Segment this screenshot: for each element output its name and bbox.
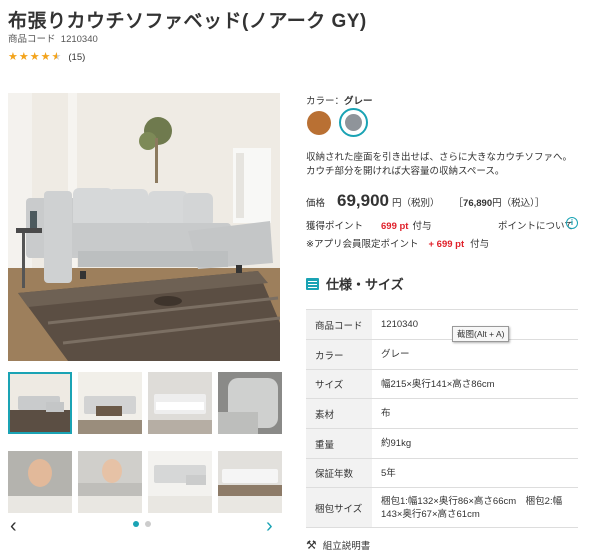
spec-title: 仕様・サイズ (326, 277, 404, 292)
assembly-manual-label: 組立説明書 (322, 541, 371, 552)
color-swatch-gray[interactable] (339, 108, 368, 137)
carousel-dot-2[interactable] (145, 521, 151, 527)
app-points-row: ※アプリ会員限定ポイント + 699 pt 付与 (306, 236, 489, 250)
spec-row: 素材布 (306, 398, 578, 429)
product-title: 布張りカウチソファベッド(ノアーク GY) (8, 11, 367, 32)
price-unit: 円（税別） (392, 198, 440, 209)
spec-key: 梱包サイズ (306, 487, 372, 528)
spec-row: サイズ 幅215×奥行141×高さ86cm (306, 369, 578, 399)
main-product-image[interactable] (8, 93, 280, 361)
price-amount: 69,900 (337, 191, 390, 210)
spec-value: グレー (372, 339, 578, 370)
spec-value: 布 (372, 398, 578, 429)
star-icon: ★ (29, 51, 40, 63)
app-points-suffix: 付与 (470, 239, 490, 250)
spec-key: カラー (306, 339, 372, 370)
screenshot-tooltip: 截图(Alt + A) (452, 326, 510, 342)
thumbnail-1[interactable] (8, 372, 72, 434)
points-value: 699 pt (381, 221, 409, 232)
thumbnail-2[interactable] (78, 372, 142, 434)
thumb-closeup-image (218, 372, 282, 434)
price-row: 価格 69,900 円（税別） ［76,890円（税込）］ (306, 191, 544, 211)
spec-value: 5年 (372, 458, 578, 488)
rating[interactable]: ★ ★ ★ ★ ★ (15) (8, 51, 85, 63)
app-points-value: + 699 pt (428, 239, 465, 250)
thumb-cushion-image (78, 451, 142, 496)
thumbnail-5[interactable] (8, 451, 72, 513)
color-swatch-brown[interactable] (307, 111, 331, 135)
carousel-dot-1[interactable] (133, 521, 139, 527)
selected-color: グレー (344, 96, 373, 107)
spec-value: 梱包1:幅132×奥行86×高さ66cm 梱包2:幅143×奥行67×高さ61c… (372, 487, 578, 528)
thumb-sofa-room-image (10, 374, 70, 432)
star-icon: ★ (40, 51, 51, 63)
spec-row: 保証年数 5年 (306, 458, 578, 488)
price-taxinc-unit: 円（税込） (492, 198, 535, 209)
color-swatch-gray-fill (345, 114, 362, 131)
price-taxinc-amount: 76,890 (463, 198, 493, 209)
app-points-label: ※アプリ会員限定ポイント (306, 239, 419, 250)
spec-heading: 仕様・サイズ (306, 274, 404, 293)
ruler-icon (306, 277, 319, 290)
points-info-link[interactable]: ポイントについて (498, 218, 574, 232)
thumbnail-4[interactable] (218, 372, 282, 434)
review-count[interactable]: (15) (68, 52, 85, 63)
thumbnail-8[interactable] (218, 451, 282, 513)
thumbnail-6[interactable] (78, 451, 142, 513)
tools-icon: ⚒ (306, 538, 317, 552)
spec-row: 重量 約91kg (306, 428, 578, 459)
spec-value: 約91kg (372, 428, 578, 459)
thumbnail-3[interactable] (148, 372, 212, 434)
spec-row: 商品コード 1210340 (306, 309, 578, 340)
thumbnail-7[interactable] (148, 451, 212, 513)
star-icon: ★ (8, 51, 18, 63)
spec-key: 保証年数 (306, 458, 372, 488)
product-code-label: 商品コード (8, 34, 56, 45)
sofa-room-image (8, 93, 280, 361)
spec-key: 商品コード (306, 309, 372, 340)
spec-row: 梱包サイズ 梱包1:幅132×奥行86×高さ66cm 梱包2:幅143×奥行67×… (306, 487, 578, 528)
carousel-prev-button[interactable]: ‹ (10, 515, 17, 538)
points-label: 獲得ポイント (306, 221, 364, 232)
price-tax-included: ［76,890円（税込）］ (454, 195, 545, 209)
color-label-text: カラー： (306, 96, 345, 107)
price-label: 価格 (306, 198, 326, 209)
color-label: カラー：グレー (306, 93, 373, 107)
thumb-sofa-front-image (148, 451, 212, 496)
thumb-fabric-hand-image (8, 451, 72, 496)
star-icon: ★ (18, 51, 29, 63)
spec-table: 商品コード 1210340 カラー グレー サイズ 幅215×奥行141×高さ86cm… (306, 309, 578, 528)
product-code-value: 1210340 (60, 34, 98, 45)
bracket-open: ［ (453, 198, 464, 209)
thumb-storage-image (78, 372, 142, 434)
points-suffix: 付与 (412, 221, 432, 232)
spec-key: 素材 (306, 398, 372, 429)
info-icon[interactable]: i (566, 217, 578, 229)
carousel-next-button[interactable]: › (266, 515, 273, 538)
product-code: 商品コード 1210340 (8, 31, 98, 45)
spec-key: サイズ (306, 369, 372, 399)
points-row: 獲得ポイント 699 pt 付与 (306, 218, 432, 232)
bracket-close: ］ (534, 198, 545, 209)
spec-key: 重量 (306, 428, 372, 459)
assembly-manual-link[interactable]: ⚒ 組立説明書 (306, 538, 370, 552)
spec-value: 幅215×奥行141×高さ86cm (372, 369, 578, 399)
carousel-dots (133, 521, 151, 527)
product-description: 収納された座面を引き出せば、さらに大きなカウチソファへ。カウチ部分を開ければ大容… (306, 152, 573, 177)
spec-row: カラー グレー (306, 339, 578, 370)
half-star-icon: ★ (51, 51, 62, 63)
thumb-bed-image (148, 372, 212, 434)
thumb-bed-room-image (218, 451, 282, 496)
